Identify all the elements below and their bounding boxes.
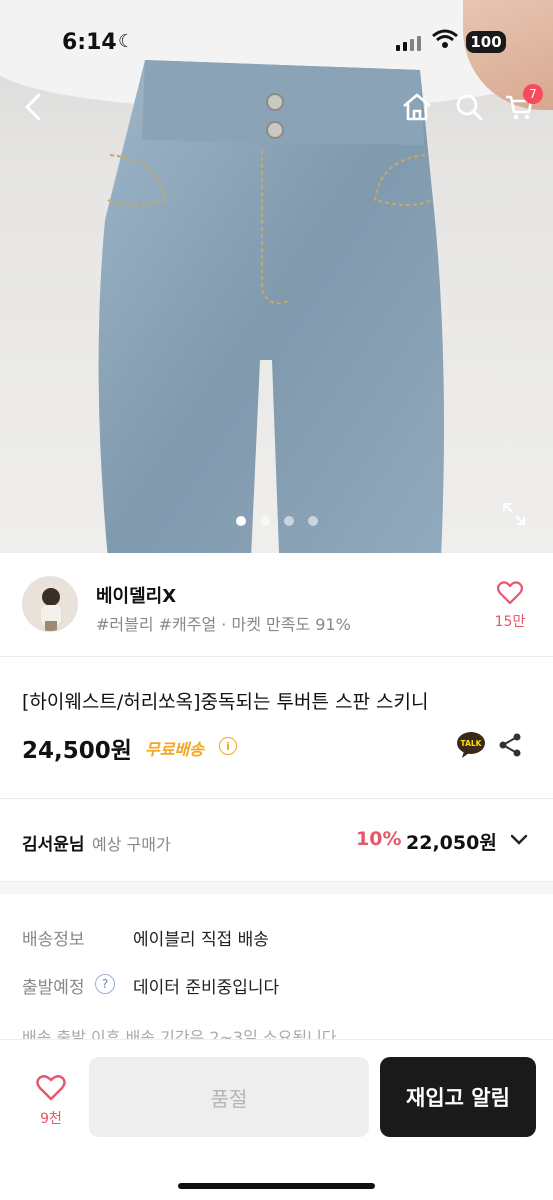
shop-like-button[interactable]: 15만 (488, 581, 532, 631)
wifi-icon (432, 29, 458, 48)
chevron-down-icon[interactable] (510, 831, 528, 849)
avatar-image (23, 577, 77, 631)
talk-label: TALK (461, 739, 483, 748)
battery-indicator: 100 (466, 31, 506, 53)
bottom-action-bar: 9천 품절 재입고 알림 (0, 1039, 553, 1200)
shop-name[interactable]: 베이델리X (96, 582, 176, 608)
free-shipping-badge: 무료배송 (145, 740, 204, 759)
status-time: 6:14 (62, 30, 117, 55)
departure-value: 데이터 준비중입니다 (133, 978, 280, 998)
shop-avatar[interactable] (22, 576, 78, 632)
kakao-talk-icon[interactable]: TALK (456, 731, 486, 759)
product-price: 24,500원 (22, 738, 132, 764)
info-icon[interactable]: i (219, 737, 237, 755)
home-indicator (178, 1183, 375, 1189)
like-count: 9천 (40, 1111, 62, 1127)
heart-icon (36, 1075, 66, 1101)
departure-label: 출발예정 (22, 978, 85, 998)
like-button[interactable]: 9천 (30, 1074, 72, 1128)
product-image[interactable]: 6:14 ☾ 100 7 (0, 0, 553, 553)
member-price-row[interactable]: 김서윤님 예상 구매가 10% 22,050원 (0, 799, 553, 882)
product-info: [하이웨스트/허리쏘옥]중독되는 투버튼 스판 스키니 24,500원 무료배송… (0, 657, 553, 799)
share-icon[interactable] (496, 731, 524, 759)
status-bar: 6:14 ☾ 100 (0, 0, 553, 80)
question-icon[interactable]: ? (95, 974, 115, 994)
cart-count-badge: 7 (523, 84, 543, 104)
restock-alert-button[interactable]: 재입고 알림 (380, 1057, 536, 1137)
signal-icon (396, 36, 421, 51)
search-button[interactable] (450, 88, 488, 126)
soldout-button[interactable]: 품절 (89, 1057, 369, 1137)
member-price-label: 예상 구매가 (92, 835, 171, 854)
gallery-dot[interactable] (283, 516, 294, 526)
delivery-label: 배송정보 (22, 930, 85, 950)
chevron-left-icon (24, 93, 41, 121)
expand-icon[interactable] (500, 500, 528, 528)
back-button[interactable] (14, 88, 52, 126)
member-name: 김서윤님 (22, 835, 85, 855)
gallery-dot[interactable] (307, 516, 318, 526)
discount-rate: 10% (356, 828, 402, 850)
home-icon (403, 93, 431, 121)
product-title: [하이웨스트/허리쏘옥]중독되는 투버튼 스판 스키니 (22, 691, 429, 713)
gallery-dot[interactable] (235, 516, 246, 526)
jeans-illustration (98, 60, 444, 553)
search-icon (456, 94, 483, 121)
moon-icon: ☾ (118, 31, 135, 52)
section-divider (0, 882, 553, 894)
shop-tags: #러블리 #캐주얼 · 마켓 만족도 91% (96, 615, 351, 634)
member-price: 22,050원 (406, 832, 497, 854)
shop-row[interactable]: 베이델리X #러블리 #캐주얼 · 마켓 만족도 91% 15만 (0, 553, 553, 657)
gallery-dot[interactable] (259, 516, 270, 526)
shop-like-count: 15만 (494, 614, 526, 630)
delivery-value: 에이블리 직접 배송 (133, 930, 269, 950)
home-button[interactable] (398, 88, 436, 126)
gallery-pagination[interactable] (0, 516, 553, 526)
heart-icon (496, 581, 524, 605)
